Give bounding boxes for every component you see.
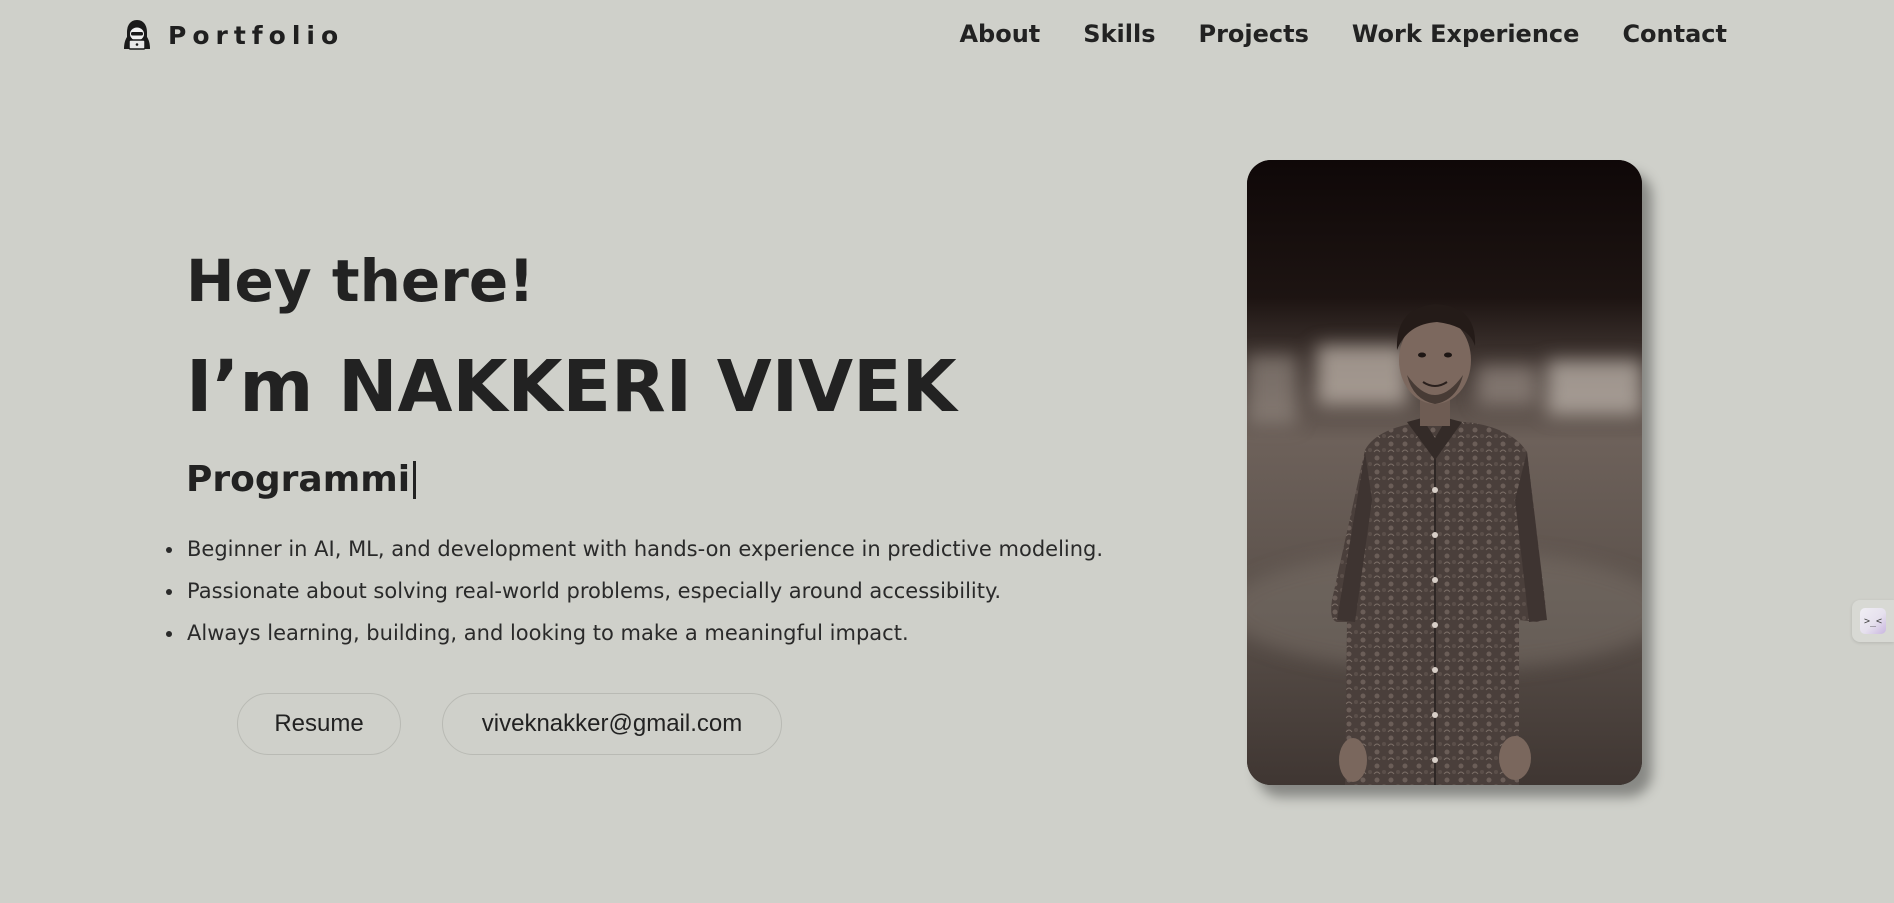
nav-projects[interactable]: Projects [1199, 20, 1309, 48]
typing-caret [413, 460, 417, 499]
intro-bullet: Always learning, building, and looking t… [162, 612, 1103, 654]
logo-text: Portfolio [168, 20, 345, 50]
typed-role-text: Programmi [186, 459, 411, 500]
terminal-icon: >_< [1860, 608, 1886, 634]
profile-photo-image [1247, 160, 1642, 785]
nav-work-experience[interactable]: Work Experience [1352, 20, 1580, 48]
typed-role: Programmi [186, 458, 417, 501]
logo[interactable]: Portfolio [120, 18, 344, 52]
hacker-logo-icon [124, 20, 150, 50]
name-heading: I’m NAKKERI VIVEK [186, 345, 957, 428]
main-nav: About Skills Projects Work Experience Co… [959, 20, 1727, 48]
side-widget-button[interactable]: >_< [1852, 600, 1894, 642]
email-button[interactable]: viveknakker@gmail.com [442, 693, 782, 755]
nav-contact[interactable]: Contact [1622, 20, 1727, 48]
profile-photo [1247, 160, 1642, 785]
nav-about[interactable]: About [959, 20, 1040, 48]
nav-skills[interactable]: Skills [1083, 20, 1155, 48]
resume-button[interactable]: Resume [237, 693, 401, 755]
greeting-heading: Hey there! [186, 247, 535, 315]
intro-bullet: Beginner in AI, ML, and development with… [162, 528, 1103, 570]
intro-bullet-list: Beginner in AI, ML, and development with… [162, 528, 1103, 654]
intro-bullet: Passionate about solving real-world prob… [162, 570, 1103, 612]
portfolio-page: Portfolio About Skills Projects Work Exp… [0, 0, 1894, 903]
